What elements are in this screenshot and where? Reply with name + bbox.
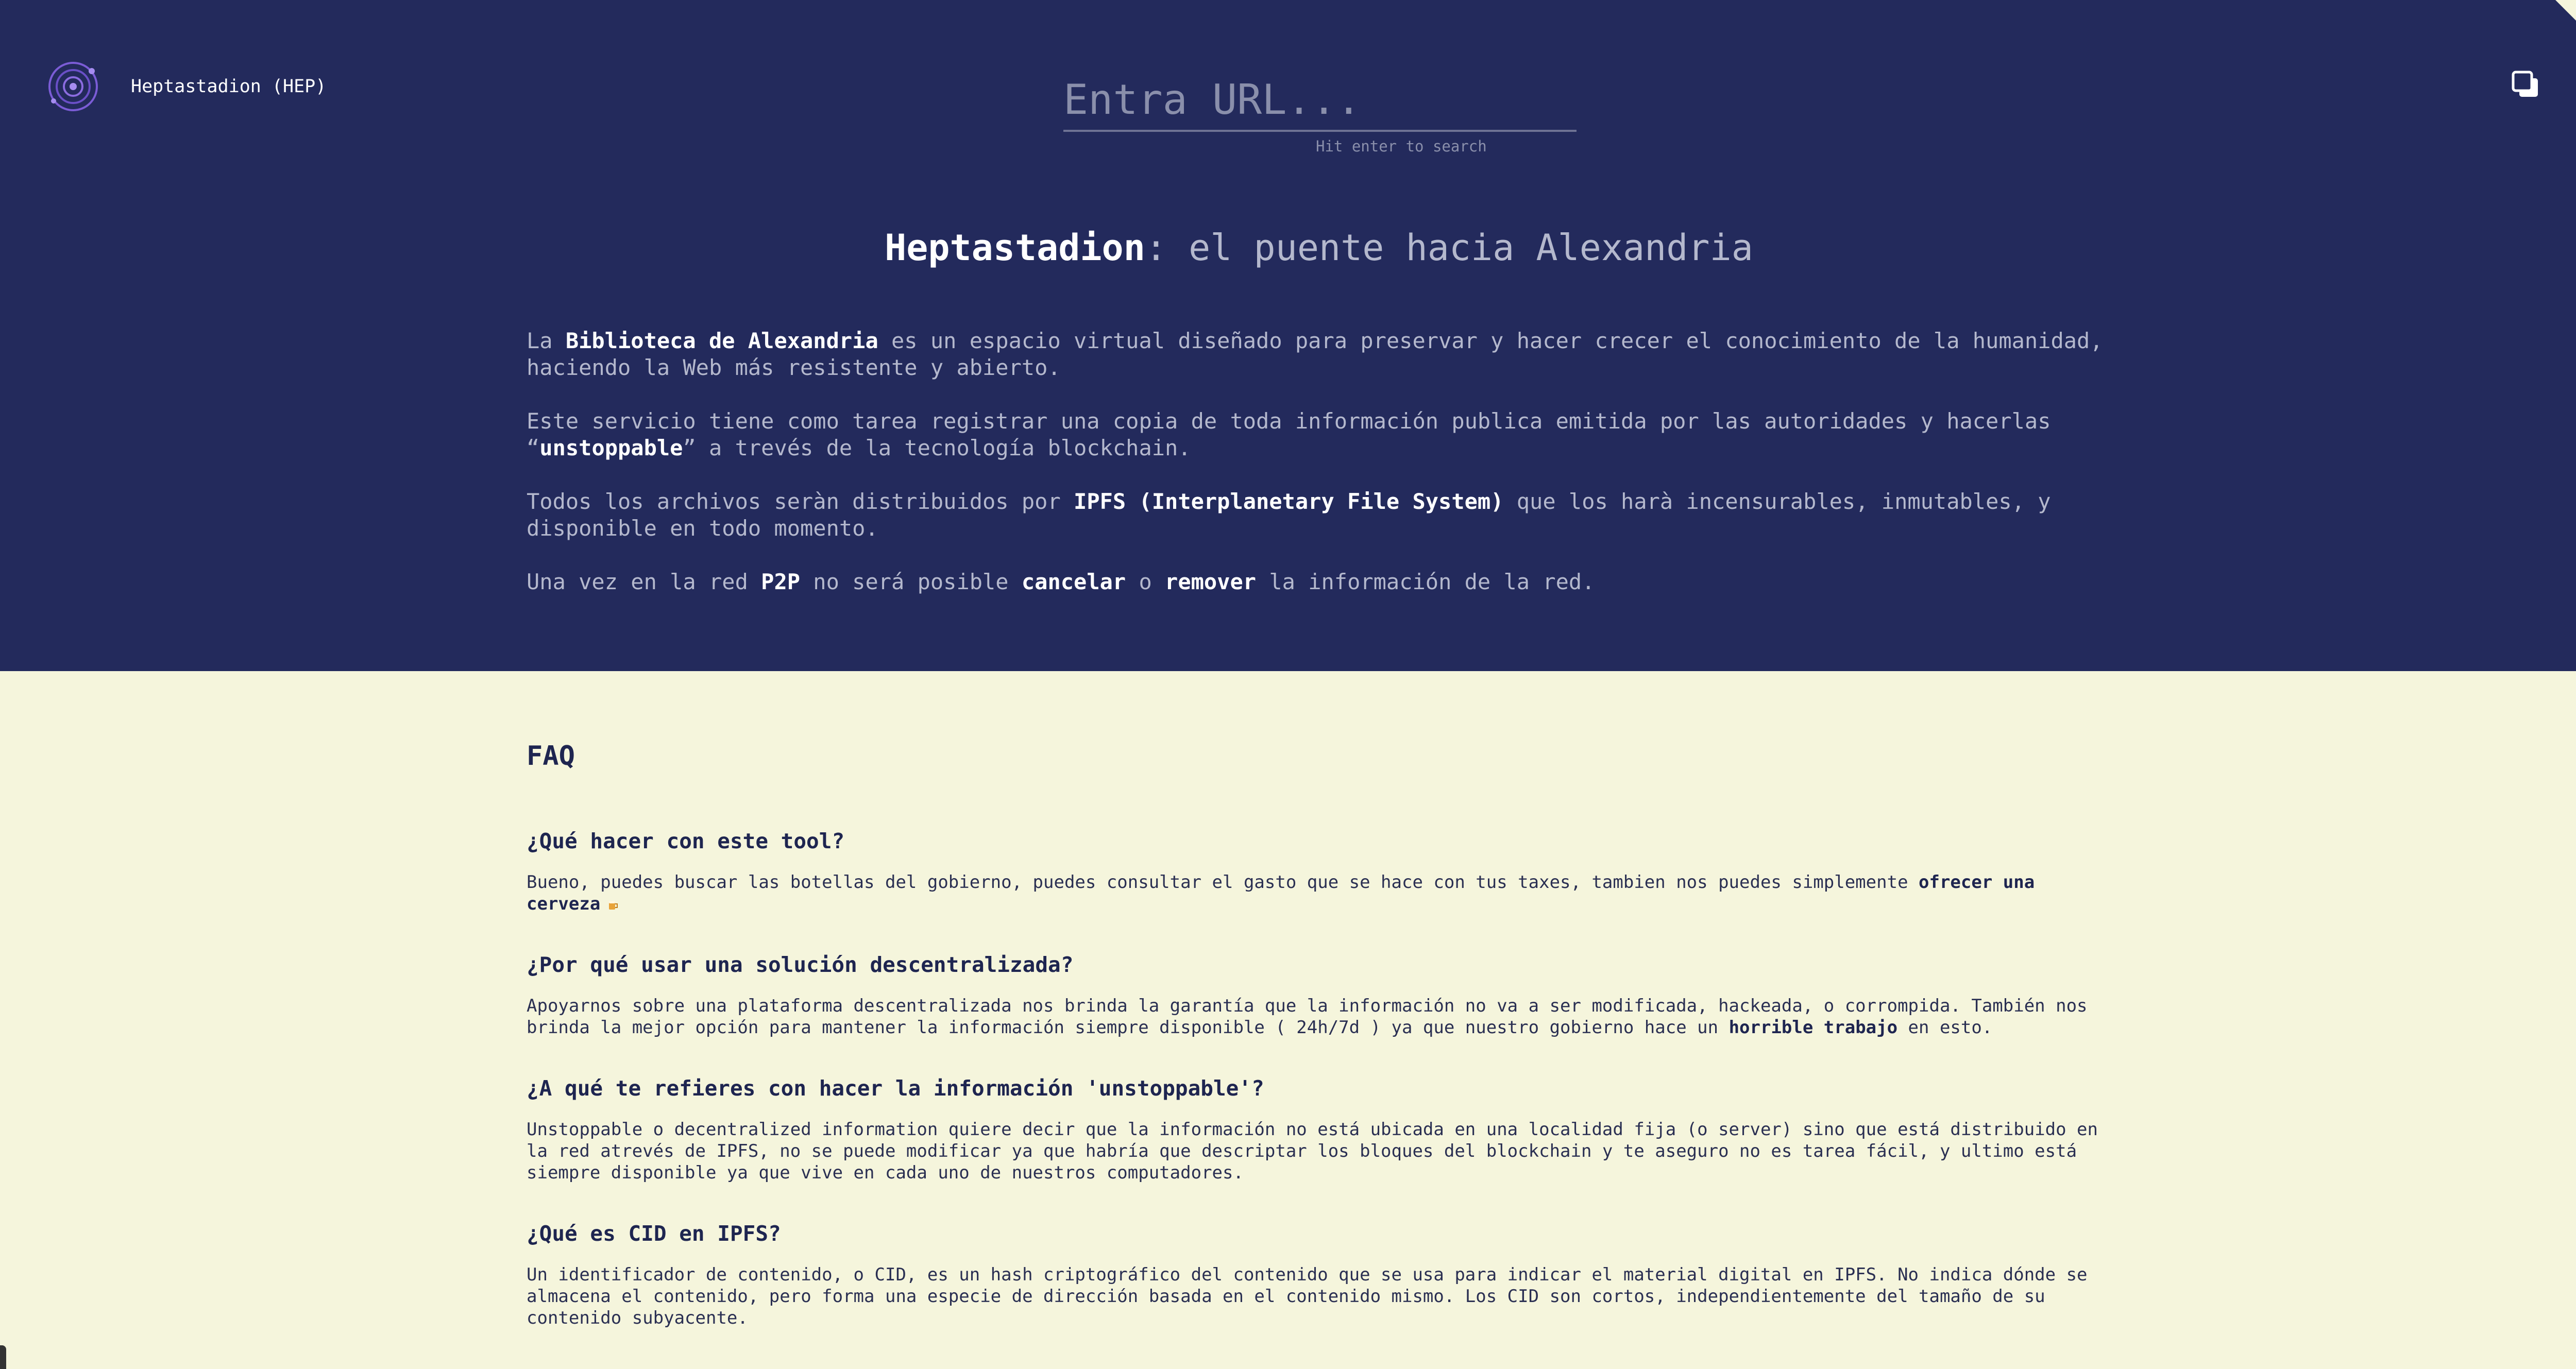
faq-question: ¿Qué es CID en IPFS? (527, 1221, 781, 1246)
search-box (1063, 72, 1577, 132)
text: no será posible (800, 569, 1022, 594)
highlight: remover (1165, 569, 1257, 594)
highlight: P2P (761, 569, 801, 594)
title-strong: Heptastadion (885, 227, 1145, 269)
title-rest: : el puente hacia Alexandria (1145, 227, 1753, 269)
faq-answer: Unstoppable o decentralized information … (527, 1119, 2098, 1183)
highlight: unstoppable (539, 435, 683, 460)
faq-section: FAQ ¿Qué hacer con este tool? Bueno, pue… (527, 740, 2113, 1366)
intro-paragraph-2: Este servicio tiene como tarea registrar… (527, 408, 2113, 461)
beer-icon (609, 900, 618, 910)
copy-icon[interactable] (2509, 68, 2542, 101)
faq-answer: Apoyarnos sobre una plataforma descentra… (527, 995, 2113, 1038)
faq-answer: Bueno, puedes buscar las botellas del go… (527, 871, 2113, 915)
search-input[interactable] (1063, 72, 1577, 132)
highlight: IPFS (Interplanetary File System) (1074, 489, 1504, 514)
text: ” a trevés de la tecnología blockchain. (683, 435, 1191, 460)
text: la información de la red. (1256, 569, 1595, 594)
text: en esto. (1897, 1017, 1993, 1038)
highlight: cancelar (1021, 569, 1126, 594)
github-corner-icon[interactable] (2555, 0, 2576, 82)
brand-name[interactable]: Heptastadion (HEP) (131, 75, 326, 98)
text: Bueno, puedes buscar las botellas del go… (527, 872, 1919, 893)
intro-text: La Biblioteca de Alexandria es un espaci… (527, 328, 2113, 622)
atom-logo-icon[interactable] (45, 59, 101, 114)
intro-paragraph-4: Una vez en la red P2P no será posible ca… (527, 569, 2113, 595)
text: Una vez en la red (527, 569, 761, 594)
horrible-trabajo-link[interactable]: horrible trabajo (1729, 1017, 1898, 1038)
text: La (527, 328, 566, 353)
page-title: Heptastadion: el puente hacia Alexandria (0, 225, 2576, 271)
faq-question: ¿Qué hacer con este tool? (527, 829, 845, 853)
faq-question: ¿Por qué usar una solución descentraliza… (527, 952, 1074, 977)
intro-paragraph-3: Todos los archivos seràn distribuidos po… (527, 488, 2113, 542)
text: o (1126, 569, 1165, 594)
highlight: Biblioteca de Alexandria (565, 328, 878, 353)
scroll-handle[interactable] (0, 1345, 6, 1369)
intro-paragraph-1: La Biblioteca de Alexandria es un espaci… (527, 328, 2113, 381)
faq-answer: Un identificador de contenido, o CID, es… (527, 1264, 2088, 1328)
text: Todos los archivos seràn distribuidos po… (527, 489, 1074, 514)
search-hint: Hit enter to search (1316, 138, 1487, 155)
hero-section: Heptastadion (HEP) Hit enter to search H… (0, 0, 2576, 671)
faq-title: FAQ (527, 741, 575, 772)
faq-question: ¿A qué te refieres con hacer la informac… (527, 1076, 1264, 1101)
